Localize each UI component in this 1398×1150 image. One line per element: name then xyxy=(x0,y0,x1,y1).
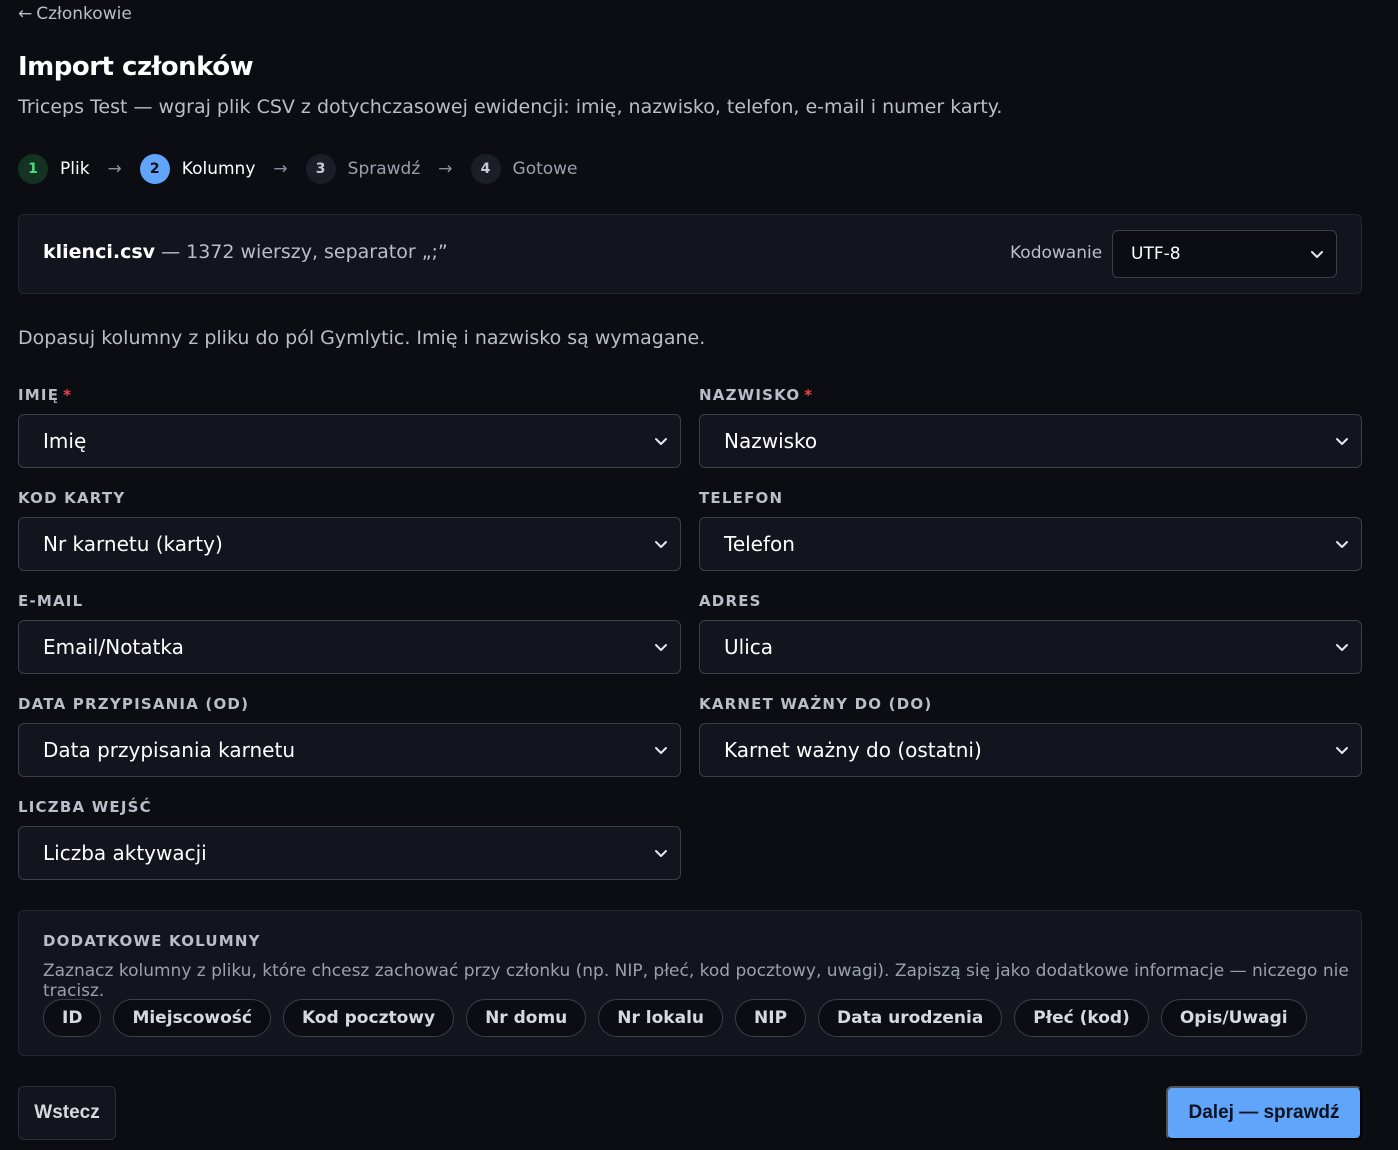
back-to-members-link[interactable]: ← Członkowie xyxy=(18,4,132,24)
step-number-2: 2 xyxy=(139,154,170,184)
assign-date-select[interactable]: Data przypisania karnetu xyxy=(18,723,681,777)
next-check-button[interactable]: Dalej — sprawdź xyxy=(1166,1086,1362,1140)
chevron-down-icon xyxy=(1335,434,1349,448)
arrow-right-icon: → xyxy=(107,159,122,179)
chip-notes[interactable]: Opis/Uwagi xyxy=(1160,999,1307,1037)
file-info-card: klienci.csv — 1372 wierszy, separator „;… xyxy=(18,214,1362,294)
chip-postal-code[interactable]: Kod pocztowy xyxy=(283,999,455,1037)
back-button[interactable]: Wstecz xyxy=(18,1086,116,1140)
valid-until-select[interactable]: Karnet ważny do (ostatni) xyxy=(699,723,1362,777)
extra-columns-description: Zaznacz kolumny z pliku, które chcesz za… xyxy=(43,961,1349,1001)
chevron-down-icon xyxy=(654,640,668,654)
email-select[interactable]: Email/Notatka xyxy=(18,620,681,674)
field-label: TELEFON xyxy=(699,489,784,507)
address-select[interactable]: Ulica xyxy=(699,620,1362,674)
step-file: 1 Plik xyxy=(18,154,90,184)
chevron-down-icon xyxy=(1335,743,1349,757)
select-value: Email/Notatka xyxy=(43,635,184,659)
extra-columns-card: DODATKOWE KOLUMNY Zaznacz kolumny z plik… xyxy=(18,910,1362,1056)
phone-select[interactable]: Telefon xyxy=(699,517,1362,571)
select-value: Karnet ważny do (ostatni) xyxy=(724,738,982,762)
encoding-label: Kodowanie xyxy=(1010,243,1103,263)
step-columns: 2 Kolumny xyxy=(139,154,256,184)
field-phone: TELEFON Telefon xyxy=(699,488,1362,571)
entries-count-select[interactable]: Liczba aktywacji xyxy=(18,826,681,880)
field-address: ADRES Ulica xyxy=(699,591,1362,674)
step-label-check: Sprawdź xyxy=(347,159,421,179)
chip-apartment-number[interactable]: Nr lokalu xyxy=(598,999,724,1037)
field-label: E-MAIL xyxy=(18,592,84,610)
chevron-down-icon xyxy=(654,743,668,757)
select-value: Nr karnetu (karty) xyxy=(43,532,223,556)
mapping-instruction: Dopasuj kolumny z pliku do pól Gymlytic.… xyxy=(18,327,706,349)
step-label-done: Gotowe xyxy=(512,159,578,179)
chip-gender[interactable]: Płeć (kod) xyxy=(1014,999,1149,1037)
select-value: Liczba aktywacji xyxy=(43,841,207,865)
arrow-right-icon: → xyxy=(273,159,288,179)
step-done: 4 Gotowe xyxy=(470,154,578,184)
field-label: KOD KARTY xyxy=(18,489,126,507)
last-name-select[interactable]: Nazwisko xyxy=(699,414,1362,468)
back-link-label: Członkowie xyxy=(36,4,132,24)
first-name-select[interactable]: Imię xyxy=(18,414,681,468)
select-value: Data przypisania karnetu xyxy=(43,738,295,762)
select-value: Nazwisko xyxy=(724,429,818,453)
field-label: LICZBA WEJŚĆ xyxy=(18,798,152,816)
field-valid-until: KARNET WAŻNY DO (DO) Karnet ważny do (os… xyxy=(699,694,1362,777)
chevron-down-icon xyxy=(1310,247,1324,261)
field-assign-date: DATA PRZYPISANIA (OD) Data przypisania k… xyxy=(18,694,681,777)
chip-birth-date[interactable]: Data urodzenia xyxy=(818,999,1003,1037)
chip-id[interactable]: ID xyxy=(43,999,102,1037)
field-card-code: KOD KARTY Nr karnetu (karty) xyxy=(18,488,681,571)
step-label-file: Plik xyxy=(60,159,90,179)
select-value: Imię xyxy=(43,429,87,453)
chevron-down-icon xyxy=(654,537,668,551)
file-info: klienci.csv — 1372 wierszy, separator „;… xyxy=(43,241,448,263)
field-label: KARNET WAŻNY DO (DO) xyxy=(699,695,933,713)
card-code-select[interactable]: Nr karnetu (karty) xyxy=(18,517,681,571)
field-label: IMIĘ * xyxy=(18,386,73,404)
step-number-1: 1 xyxy=(18,154,48,184)
chevron-down-icon xyxy=(1335,640,1349,654)
field-label: NAZWISKO * xyxy=(699,386,814,404)
page-subtitle: Triceps Test — wgraj plik CSV z dotychcz… xyxy=(18,96,1003,118)
wizard-steps: 1 Plik → 2 Kolumny → 3 Sprawdź → 4 Gotow… xyxy=(18,154,578,184)
file-name: klienci.csv xyxy=(43,241,156,263)
step-number-3: 3 xyxy=(305,154,336,184)
encoding-select[interactable]: UTF-8 xyxy=(1112,230,1337,278)
required-marker: * xyxy=(804,386,814,404)
required-marker: * xyxy=(63,386,73,404)
field-label: ADRES xyxy=(699,592,762,610)
field-label: DATA PRZYPISANIA (OD) xyxy=(18,695,250,713)
select-value: Ulica xyxy=(724,635,774,659)
step-label-columns: Kolumny xyxy=(181,159,256,179)
chevron-down-icon xyxy=(654,846,668,860)
chip-city[interactable]: Miejscowość xyxy=(113,999,271,1037)
page-title: Import członków xyxy=(18,52,254,82)
chevron-down-icon xyxy=(654,434,668,448)
file-details: — 1372 wierszy, separator „;” xyxy=(155,241,448,263)
arrow-left-icon: ← xyxy=(18,4,33,24)
extra-columns-chips: ID Miejscowość Kod pocztowy Nr domu Nr l… xyxy=(43,999,1307,1037)
field-first-name: IMIĘ * Imię xyxy=(18,385,681,468)
select-value: Telefon xyxy=(724,532,795,556)
field-email: E-MAIL Email/Notatka xyxy=(18,591,681,674)
chevron-down-icon xyxy=(1335,537,1349,551)
field-last-name: NAZWISKO * Nazwisko xyxy=(699,385,1362,468)
step-number-4: 4 xyxy=(470,154,501,184)
chip-house-number[interactable]: Nr domu xyxy=(466,999,587,1037)
field-entries-count: LICZBA WEJŚĆ Liczba aktywacji xyxy=(18,797,681,880)
encoding-value: UTF-8 xyxy=(1131,244,1181,264)
extra-columns-title: DODATKOWE KOLUMNY xyxy=(43,932,261,950)
chip-nip[interactable]: NIP xyxy=(735,999,807,1037)
arrow-right-icon: → xyxy=(438,159,453,179)
step-check: 3 Sprawdź xyxy=(305,154,421,184)
